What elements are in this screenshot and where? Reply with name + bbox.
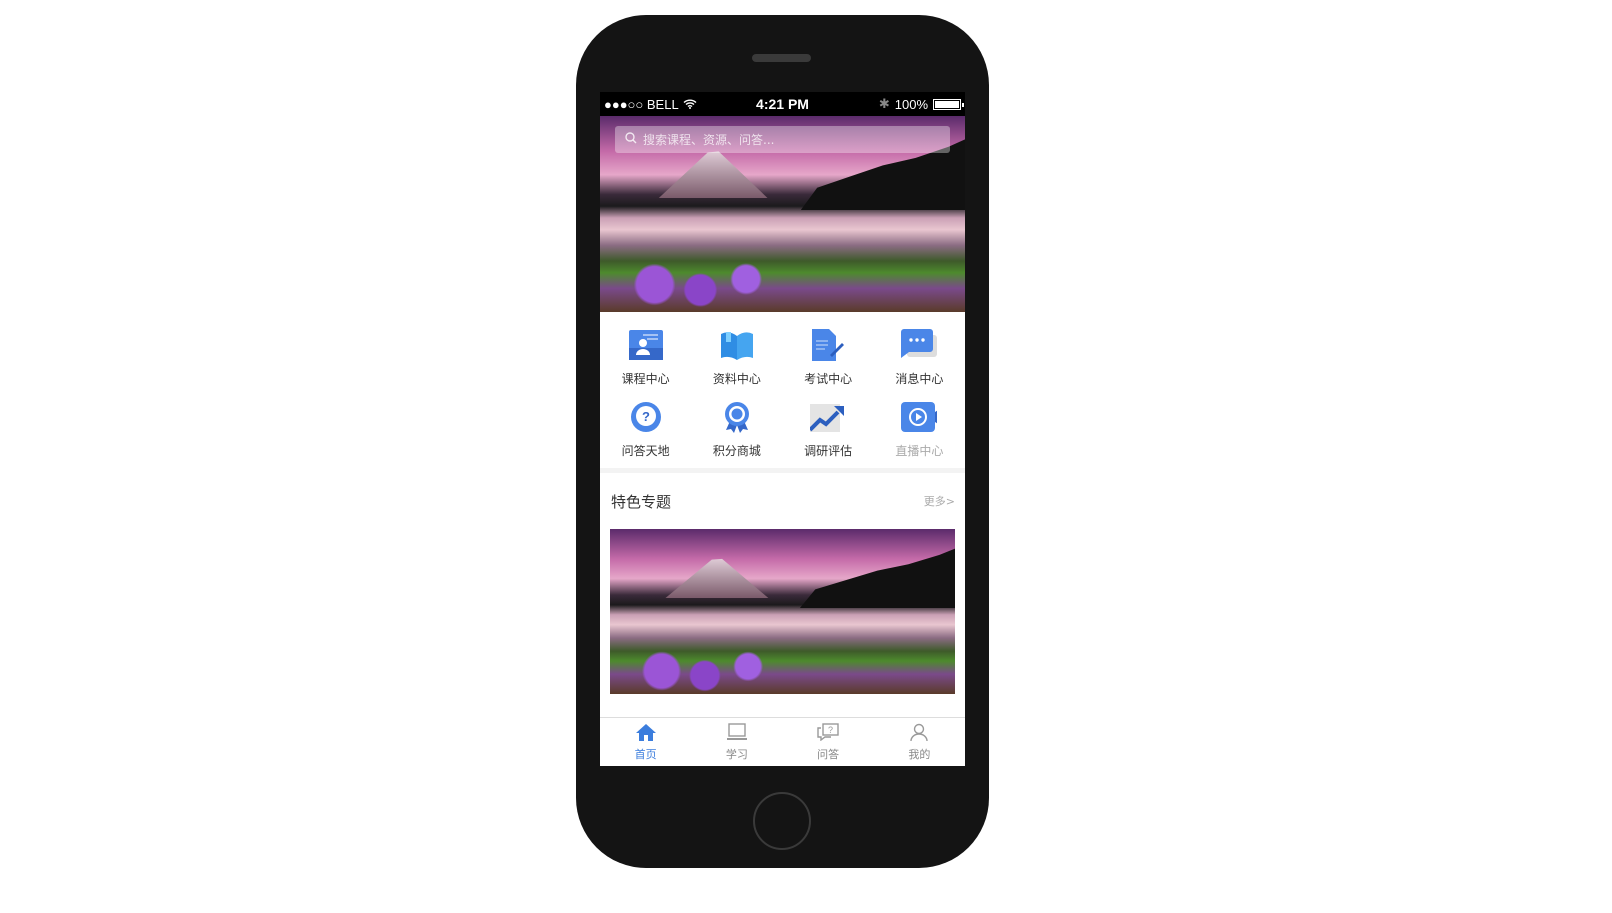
grid-item-points[interactable]: 积分商城 <box>691 400 782 472</box>
app-screen: ●●●○○ BELL 4:21 PM ✱ 100% 搜索课程、资源、问答... … <box>600 92 965 766</box>
section-header: 特色专题 更多> <box>600 473 965 529</box>
battery-icon <box>933 98 964 110</box>
grid-label: 问答天地 <box>621 444 670 458</box>
qa-icon: ? <box>817 722 839 744</box>
featured-topic-image[interactable] <box>610 529 955 694</box>
video-icon <box>901 400 938 434</box>
grid-item-materials[interactable]: 资料中心 <box>691 328 782 400</box>
grid-label: 调研评估 <box>804 444 853 458</box>
feature-grid: 课程中心 资料中心 考试中心 消息中心 ? 问答天地 积分商城 调研评估 直播中心 <box>600 312 965 473</box>
bluetooth-icon: ✱ <box>878 96 890 111</box>
battery-percent: 100% <box>894 96 928 112</box>
question-icon: ? <box>628 400 664 434</box>
search-icon <box>625 132 637 147</box>
svg-text:?: ? <box>828 725 833 735</box>
home-icon <box>635 723 657 744</box>
medal-icon <box>719 400 755 434</box>
laptop-icon <box>726 722 748 744</box>
trend-icon <box>810 400 846 434</box>
grid-item-messages[interactable]: 消息中心 <box>874 328 965 400</box>
grid-label: 消息中心 <box>895 372 944 386</box>
exam-icon <box>810 328 846 362</box>
grid-item-live[interactable]: 直播中心 <box>874 400 965 472</box>
tab-label: 学习 <box>725 747 748 761</box>
tab-label: 问答 <box>817 747 840 761</box>
home-button[interactable] <box>753 792 811 850</box>
more-link[interactable]: 更多> <box>924 493 955 509</box>
grid-label: 考试中心 <box>804 372 853 386</box>
grid-label: 资料中心 <box>712 372 761 386</box>
grid-item-qa[interactable]: ? 问答天地 <box>600 400 691 472</box>
book-icon <box>719 328 755 362</box>
speaker <box>752 54 811 62</box>
tab-me[interactable]: 我的 <box>874 718 965 766</box>
message-icon <box>901 328 938 362</box>
search-input[interactable]: 搜索课程、资源、问答... <box>615 126 950 153</box>
tab-qa[interactable]: ? 问答 <box>783 718 874 766</box>
tab-label: 我的 <box>908 747 931 761</box>
tab-bar: 首页 学习 ? 问答 我的 <box>600 717 965 766</box>
tab-home[interactable]: 首页 <box>600 718 691 766</box>
grid-label: 直播中心 <box>895 444 944 458</box>
grid-label: 积分商城 <box>712 444 761 458</box>
status-bar: ●●●○○ BELL 4:21 PM ✱ 100% <box>600 92 965 116</box>
section-title: 特色专题 <box>611 492 672 511</box>
grid-label: 课程中心 <box>621 372 670 386</box>
tab-label: 首页 <box>634 747 657 761</box>
grid-item-exam[interactable]: 考试中心 <box>783 328 874 400</box>
search-placeholder: 搜索课程、资源、问答... <box>643 133 775 147</box>
tab-study[interactable]: 学习 <box>691 718 782 766</box>
svg-text:?: ? <box>642 409 650 424</box>
user-icon <box>908 723 930 744</box>
banner-image[interactable]: 搜索课程、资源、问答... <box>600 116 965 312</box>
grid-item-survey[interactable]: 调研评估 <box>783 400 874 472</box>
grid-item-course[interactable]: 课程中心 <box>600 328 691 400</box>
course-icon <box>628 328 664 362</box>
